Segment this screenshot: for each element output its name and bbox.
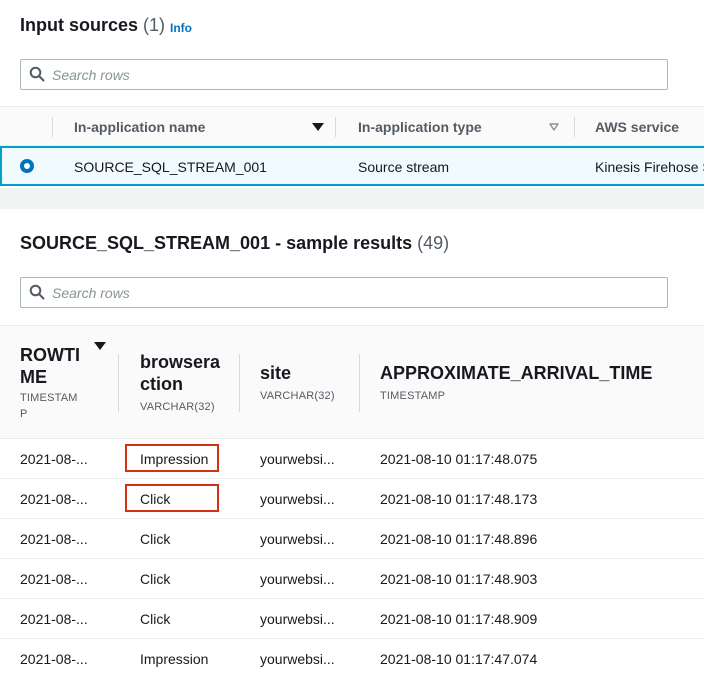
rowtime-cell: 2021-08-... <box>20 651 88 667</box>
column-divider <box>52 117 53 137</box>
sort-descending-icon[interactable] <box>94 342 106 350</box>
search-icon <box>29 66 45 82</box>
browseraction-cell: Click <box>140 531 171 547</box>
column-header-in-application-type[interactable]: In-application type <box>358 119 482 135</box>
column-type-line: TIMESTAMP <box>380 390 446 402</box>
arrival-time-cell: 2021-08-10 01:17:48.909 <box>380 611 538 627</box>
sample-results-panel: SOURCE_SQL_STREAM_001 - sample results (… <box>0 209 704 674</box>
search-icon <box>29 284 45 300</box>
column-divider <box>335 117 336 137</box>
column-title-line: APPROXIMATE_ARRIVAL_TIME <box>380 363 653 383</box>
sample-results-heading: SOURCE_SQL_STREAM_001 - sample results (… <box>20 233 449 254</box>
site-cell: yourwebsi... <box>260 491 335 507</box>
sort-icon[interactable] <box>549 122 559 132</box>
row-radio-button[interactable] <box>20 159 34 173</box>
site-cell: yourwebsi... <box>260 651 335 667</box>
site-cell: yourwebsi... <box>260 451 335 467</box>
site-cell: yourwebsi... <box>260 531 335 547</box>
sample-results-count: (49) <box>417 233 450 253</box>
column-title-line: ROWTI <box>20 345 80 365</box>
browseraction-cell: Click <box>140 491 171 507</box>
search-input[interactable] <box>52 64 652 86</box>
site-cell: yourwebsi... <box>260 611 335 627</box>
input-sources-title: Input sources <box>20 15 139 35</box>
column-type-line: VARCHAR(32) <box>140 401 215 413</box>
sample-results-table-header: ROWTI ME TIMESTAM P browsera ction VARCH… <box>0 325 704 439</box>
search-input[interactable] <box>52 282 652 304</box>
column-title-line: browsera <box>140 352 221 372</box>
column-title-line: site <box>260 363 292 383</box>
table-row[interactable]: 2021-08-... Click yourwebsi... 2021-08-1… <box>0 559 704 599</box>
in-application-type-cell: Source stream <box>358 159 450 175</box>
browseraction-cell: Click <box>140 571 171 587</box>
rowtime-cell: 2021-08-... <box>20 531 88 547</box>
arrival-time-cell: 2021-08-10 01:17:48.896 <box>380 531 538 547</box>
table-row[interactable]: 2021-08-... Impression yourwebsi... 2021… <box>0 639 704 674</box>
arrival-time-cell: 2021-08-10 01:17:47.074 <box>380 651 538 667</box>
column-divider <box>359 354 360 412</box>
column-title-line: ction <box>140 374 183 394</box>
arrival-time-cell: 2021-08-10 01:17:48.903 <box>380 571 538 587</box>
column-divider <box>239 354 240 412</box>
table-row[interactable]: 2021-08-... Click yourwebsi... 2021-08-1… <box>0 479 704 519</box>
column-divider <box>118 354 119 412</box>
table-row[interactable]: 2021-08-... Impression yourwebsi... 2021… <box>0 439 704 479</box>
column-type-line: TIMESTAM <box>20 392 78 404</box>
input-sources-search[interactable] <box>20 59 668 90</box>
arrival-time-cell: 2021-08-10 01:17:48.173 <box>380 491 538 507</box>
browseraction-cell: Click <box>140 611 171 627</box>
site-cell: yourwebsi... <box>260 571 335 587</box>
sample-results-search[interactable] <box>20 277 668 308</box>
column-title-line: ME <box>20 367 47 387</box>
aws-service-cell: Kinesis Firehose S <box>595 159 704 175</box>
sample-results-title: SOURCE_SQL_STREAM_001 - sample results <box>20 233 413 253</box>
column-type-line: P <box>20 408 28 420</box>
input-sources-table-header: In-application name In-application type … <box>0 106 704 146</box>
column-type-line: VARCHAR(32) <box>260 390 335 402</box>
input-sources-count: (1) <box>143 15 166 35</box>
arrival-time-cell: 2021-08-10 01:17:48.075 <box>380 451 538 467</box>
rowtime-cell: 2021-08-... <box>20 571 88 587</box>
browseraction-cell: Impression <box>140 451 209 467</box>
info-link[interactable]: Info <box>170 21 192 35</box>
column-header-in-application-name[interactable]: In-application name <box>74 119 205 135</box>
rowtime-cell: 2021-08-... <box>20 491 88 507</box>
rowtime-cell: 2021-08-... <box>20 451 88 467</box>
column-divider <box>574 117 575 137</box>
sort-descending-icon[interactable] <box>312 123 324 131</box>
input-sources-panel: Input sources (1) Info In-application na… <box>0 0 704 188</box>
column-header-aws-service[interactable]: AWS service <box>595 119 679 135</box>
table-row[interactable]: 2021-08-... Click yourwebsi... 2021-08-1… <box>0 599 704 639</box>
input-sources-heading: Input sources (1) <box>20 15 165 36</box>
browseraction-cell: Impression <box>140 651 209 667</box>
rowtime-cell: 2021-08-... <box>20 611 88 627</box>
input-source-row-selected[interactable]: SOURCE_SQL_STREAM_001 Source stream Kine… <box>0 146 704 186</box>
in-application-name-cell: SOURCE_SQL_STREAM_001 <box>74 159 267 175</box>
table-row[interactable]: 2021-08-... Click yourwebsi... 2021-08-1… <box>0 519 704 559</box>
